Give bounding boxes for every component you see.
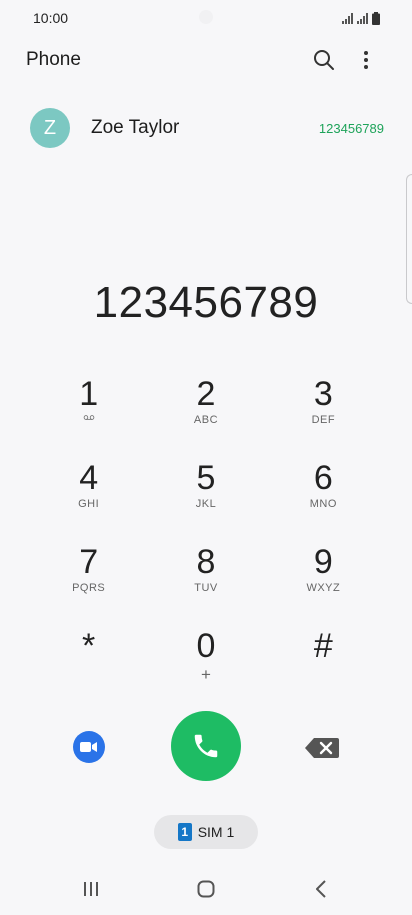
app-header: Phone bbox=[0, 40, 412, 80]
key-star[interactable]: * bbox=[30, 628, 147, 672]
key-letters: WXYZ bbox=[306, 582, 341, 594]
status-icons bbox=[342, 11, 380, 25]
key-digit: 1 bbox=[79, 375, 99, 413]
search-icon bbox=[314, 50, 334, 70]
key-7[interactable]: 7 PQRS bbox=[30, 543, 147, 594]
key-letters: GHI bbox=[78, 498, 100, 510]
video-camera-icon bbox=[80, 742, 97, 752]
search-button[interactable] bbox=[304, 40, 344, 80]
sim-card-icon: 1 bbox=[177, 823, 192, 841]
phone-icon bbox=[194, 734, 218, 758]
home-button[interactable] bbox=[191, 876, 221, 902]
avatar: Z bbox=[30, 108, 70, 148]
key-9[interactable]: 9 WXYZ bbox=[265, 543, 382, 594]
key-6[interactable]: 6 MNO bbox=[265, 459, 382, 510]
key-digit: * bbox=[82, 627, 96, 665]
signal-icon-2 bbox=[357, 12, 368, 24]
contact-name: Zoe Taylor bbox=[91, 117, 180, 138]
key-letters: ABC bbox=[193, 414, 219, 426]
key-digit: 3 bbox=[313, 375, 333, 413]
key-2[interactable]: 2 ABC bbox=[147, 375, 264, 426]
contact-suggestion[interactable]: Z Zoe Taylor 123456789 bbox=[0, 106, 412, 150]
more-vert-icon bbox=[364, 51, 368, 69]
sim-selector[interactable]: 1 SIM 1 bbox=[154, 815, 258, 849]
key-digit: 6 bbox=[313, 459, 333, 497]
key-5[interactable]: 5 JKL bbox=[147, 459, 264, 510]
dial-keypad: 1 2 ABC 3 DEF 4 GHI 5 JKL 6 MNO 7 PQRS 8… bbox=[30, 375, 382, 683]
back-icon bbox=[316, 880, 326, 898]
key-3[interactable]: 3 DEF bbox=[265, 375, 382, 426]
recents-icon bbox=[84, 882, 98, 896]
key-letters: + bbox=[201, 665, 211, 684]
more-options-button[interactable] bbox=[346, 40, 386, 80]
sim-label: SIM 1 bbox=[197, 824, 235, 840]
key-letters: PQRS bbox=[72, 582, 106, 594]
back-button[interactable] bbox=[306, 876, 336, 902]
signal-icon bbox=[342, 12, 353, 24]
backspace-icon bbox=[305, 738, 339, 758]
key-letters: MNO bbox=[309, 498, 337, 510]
key-letters: JKL bbox=[195, 498, 217, 510]
navigation-bar bbox=[0, 868, 412, 912]
key-digit: # bbox=[313, 627, 333, 665]
recent-apps-button[interactable] bbox=[76, 876, 106, 902]
dialed-number: 123456789 bbox=[93, 278, 319, 327]
key-digit: 7 bbox=[79, 543, 99, 581]
key-digit: 4 bbox=[79, 459, 99, 497]
key-letters: DEF bbox=[311, 414, 336, 426]
key-1[interactable]: 1 bbox=[30, 376, 147, 420]
key-digit: 2 bbox=[196, 375, 216, 413]
contact-number: 123456789 bbox=[318, 120, 384, 136]
page-title: Phone bbox=[26, 49, 81, 70]
key-digit: 9 bbox=[313, 543, 333, 581]
video-call-button[interactable] bbox=[73, 731, 105, 763]
voicemail-icon bbox=[83, 415, 94, 420]
call-actions bbox=[0, 711, 412, 783]
key-letters: TUV bbox=[194, 582, 218, 594]
battery-icon bbox=[372, 11, 380, 25]
key-digit: 5 bbox=[196, 459, 216, 497]
key-digit: 8 bbox=[196, 543, 216, 581]
backspace-button[interactable] bbox=[304, 737, 340, 759]
key-digit: 0 bbox=[196, 627, 216, 665]
key-0[interactable]: 0 + bbox=[147, 627, 264, 683]
key-8[interactable]: 8 TUV bbox=[147, 543, 264, 594]
call-button[interactable] bbox=[171, 711, 241, 781]
home-icon bbox=[197, 880, 215, 898]
key-4[interactable]: 4 GHI bbox=[30, 459, 147, 510]
camera-cutout bbox=[199, 10, 213, 24]
key-hash[interactable]: # bbox=[265, 628, 382, 672]
status-time: 10:00 bbox=[33, 10, 69, 26]
